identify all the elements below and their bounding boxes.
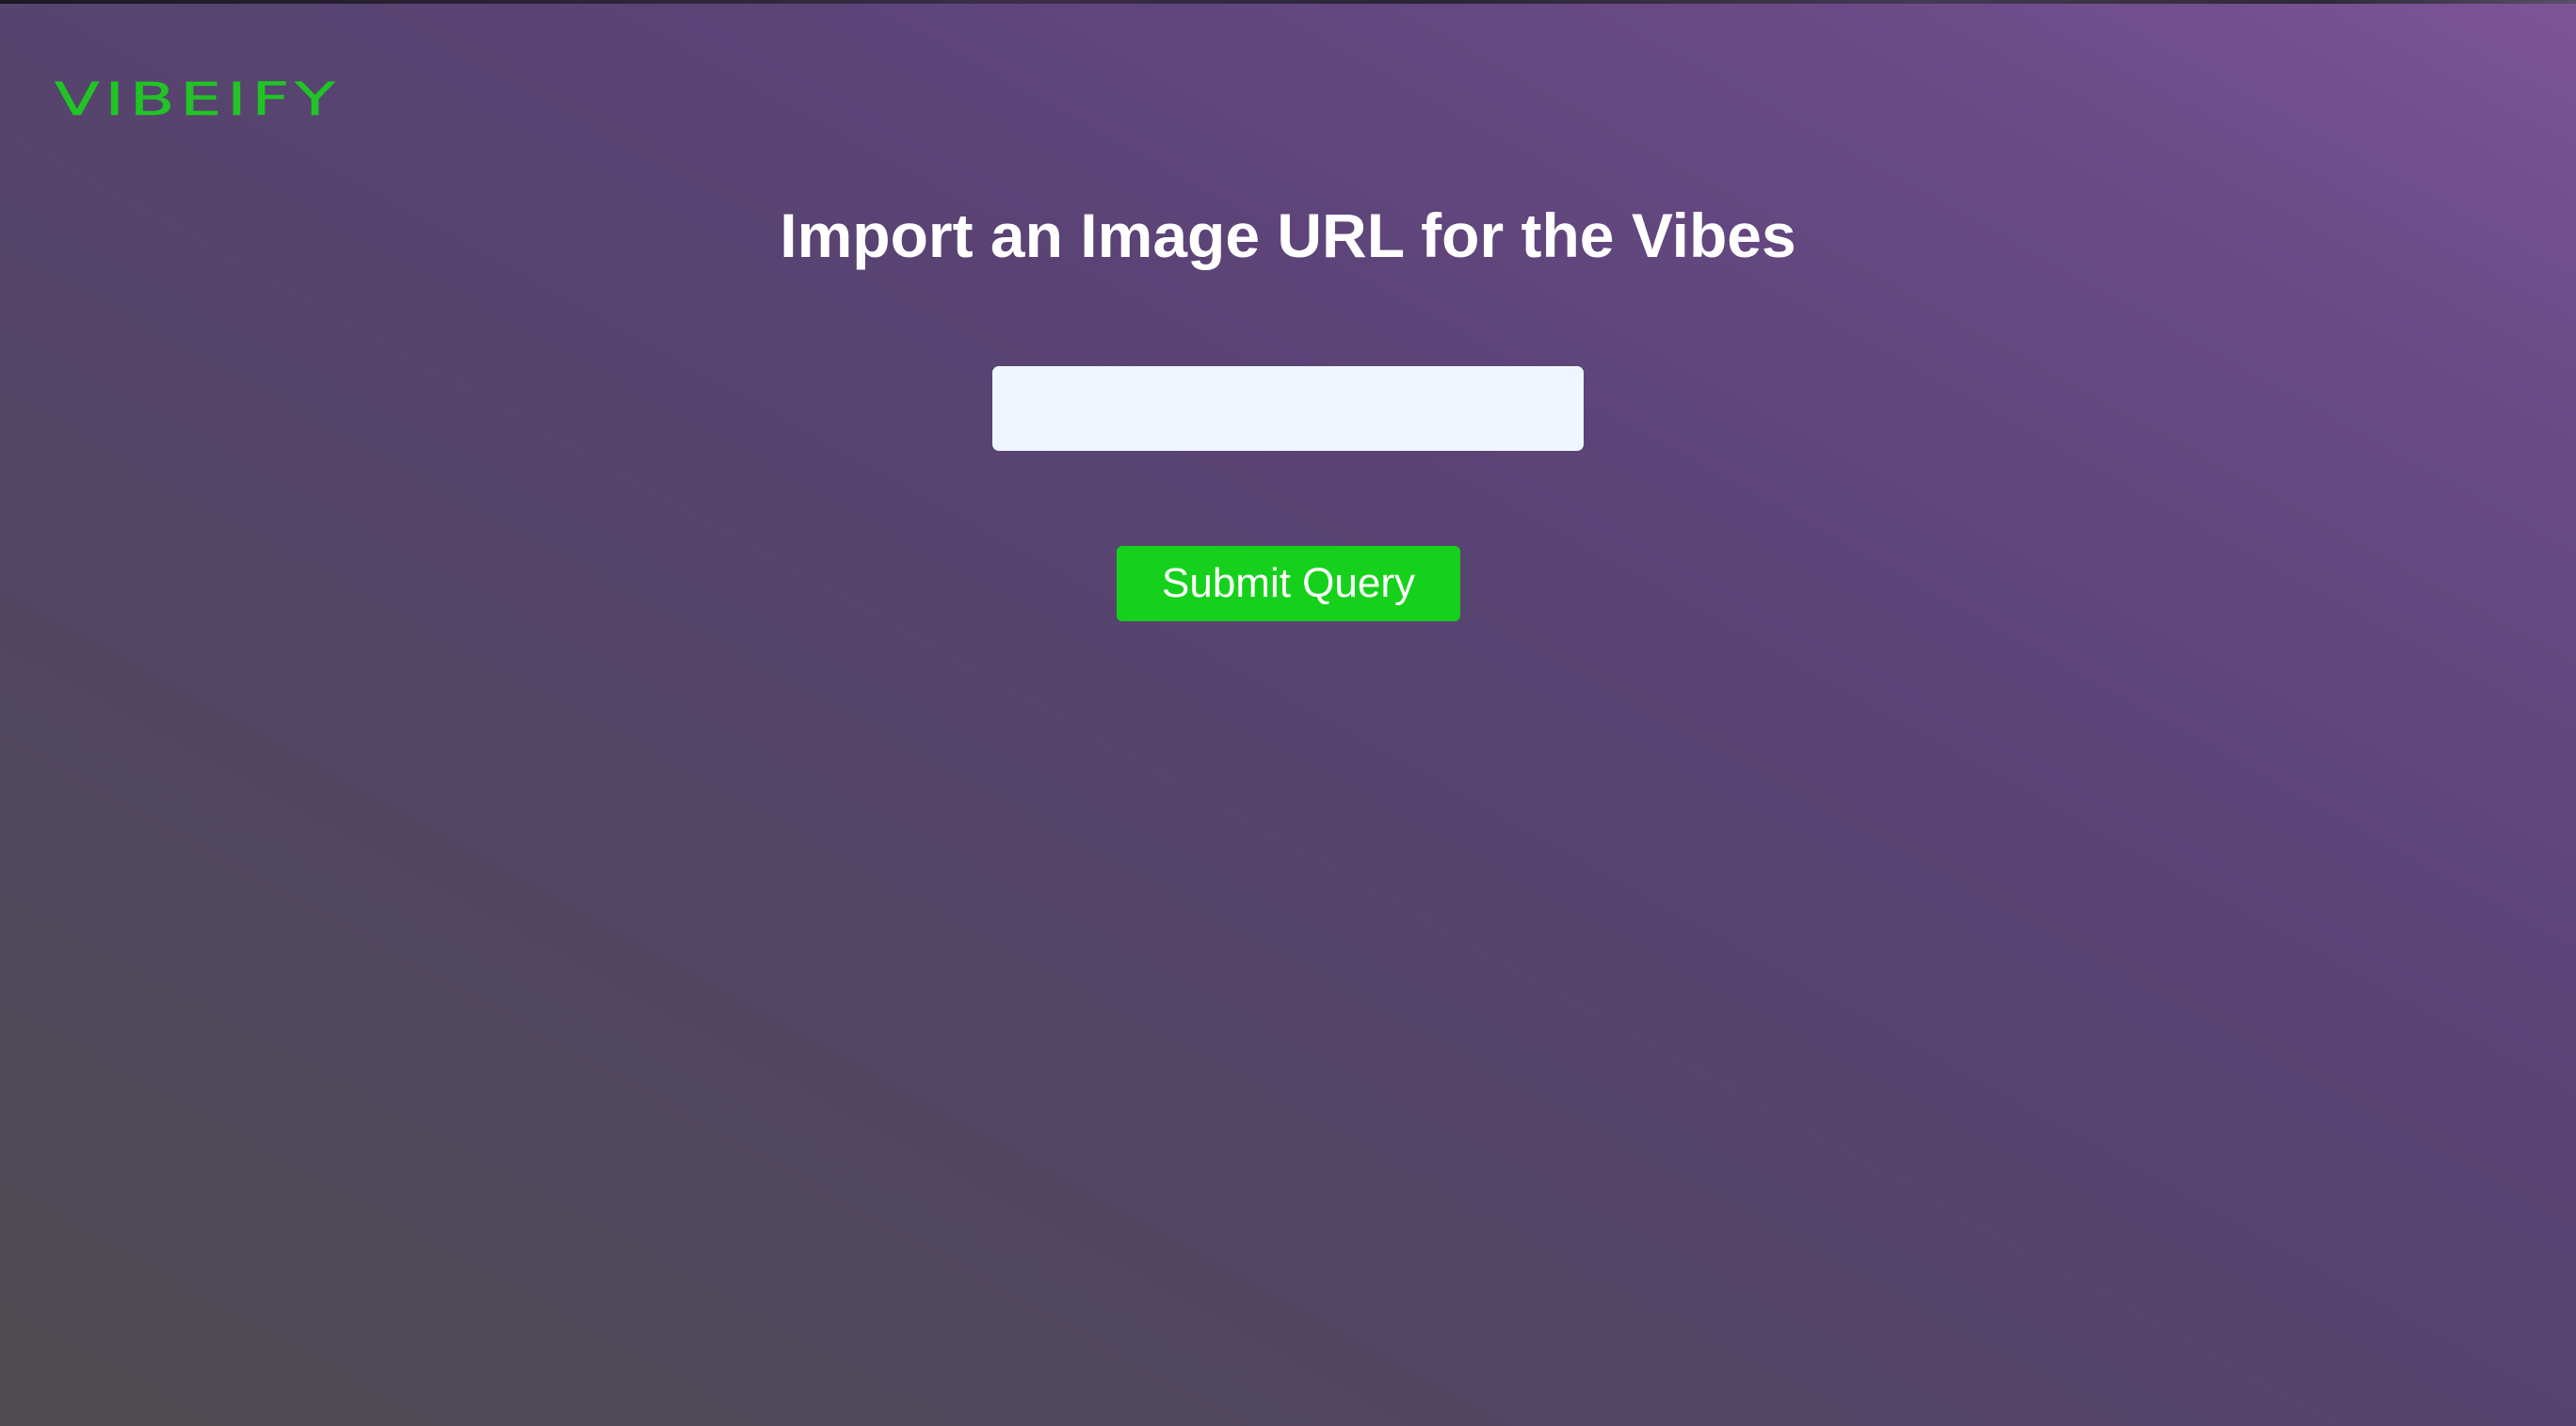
submit-query-button[interactable]: Submit Query <box>1117 546 1460 621</box>
top-edge-strip <box>0 0 2576 4</box>
brand-logo[interactable]: VIBEIFY <box>55 77 341 123</box>
page-title: Import an Image URL for the Vibes <box>780 200 1796 270</box>
image-url-input[interactable] <box>992 366 1584 451</box>
